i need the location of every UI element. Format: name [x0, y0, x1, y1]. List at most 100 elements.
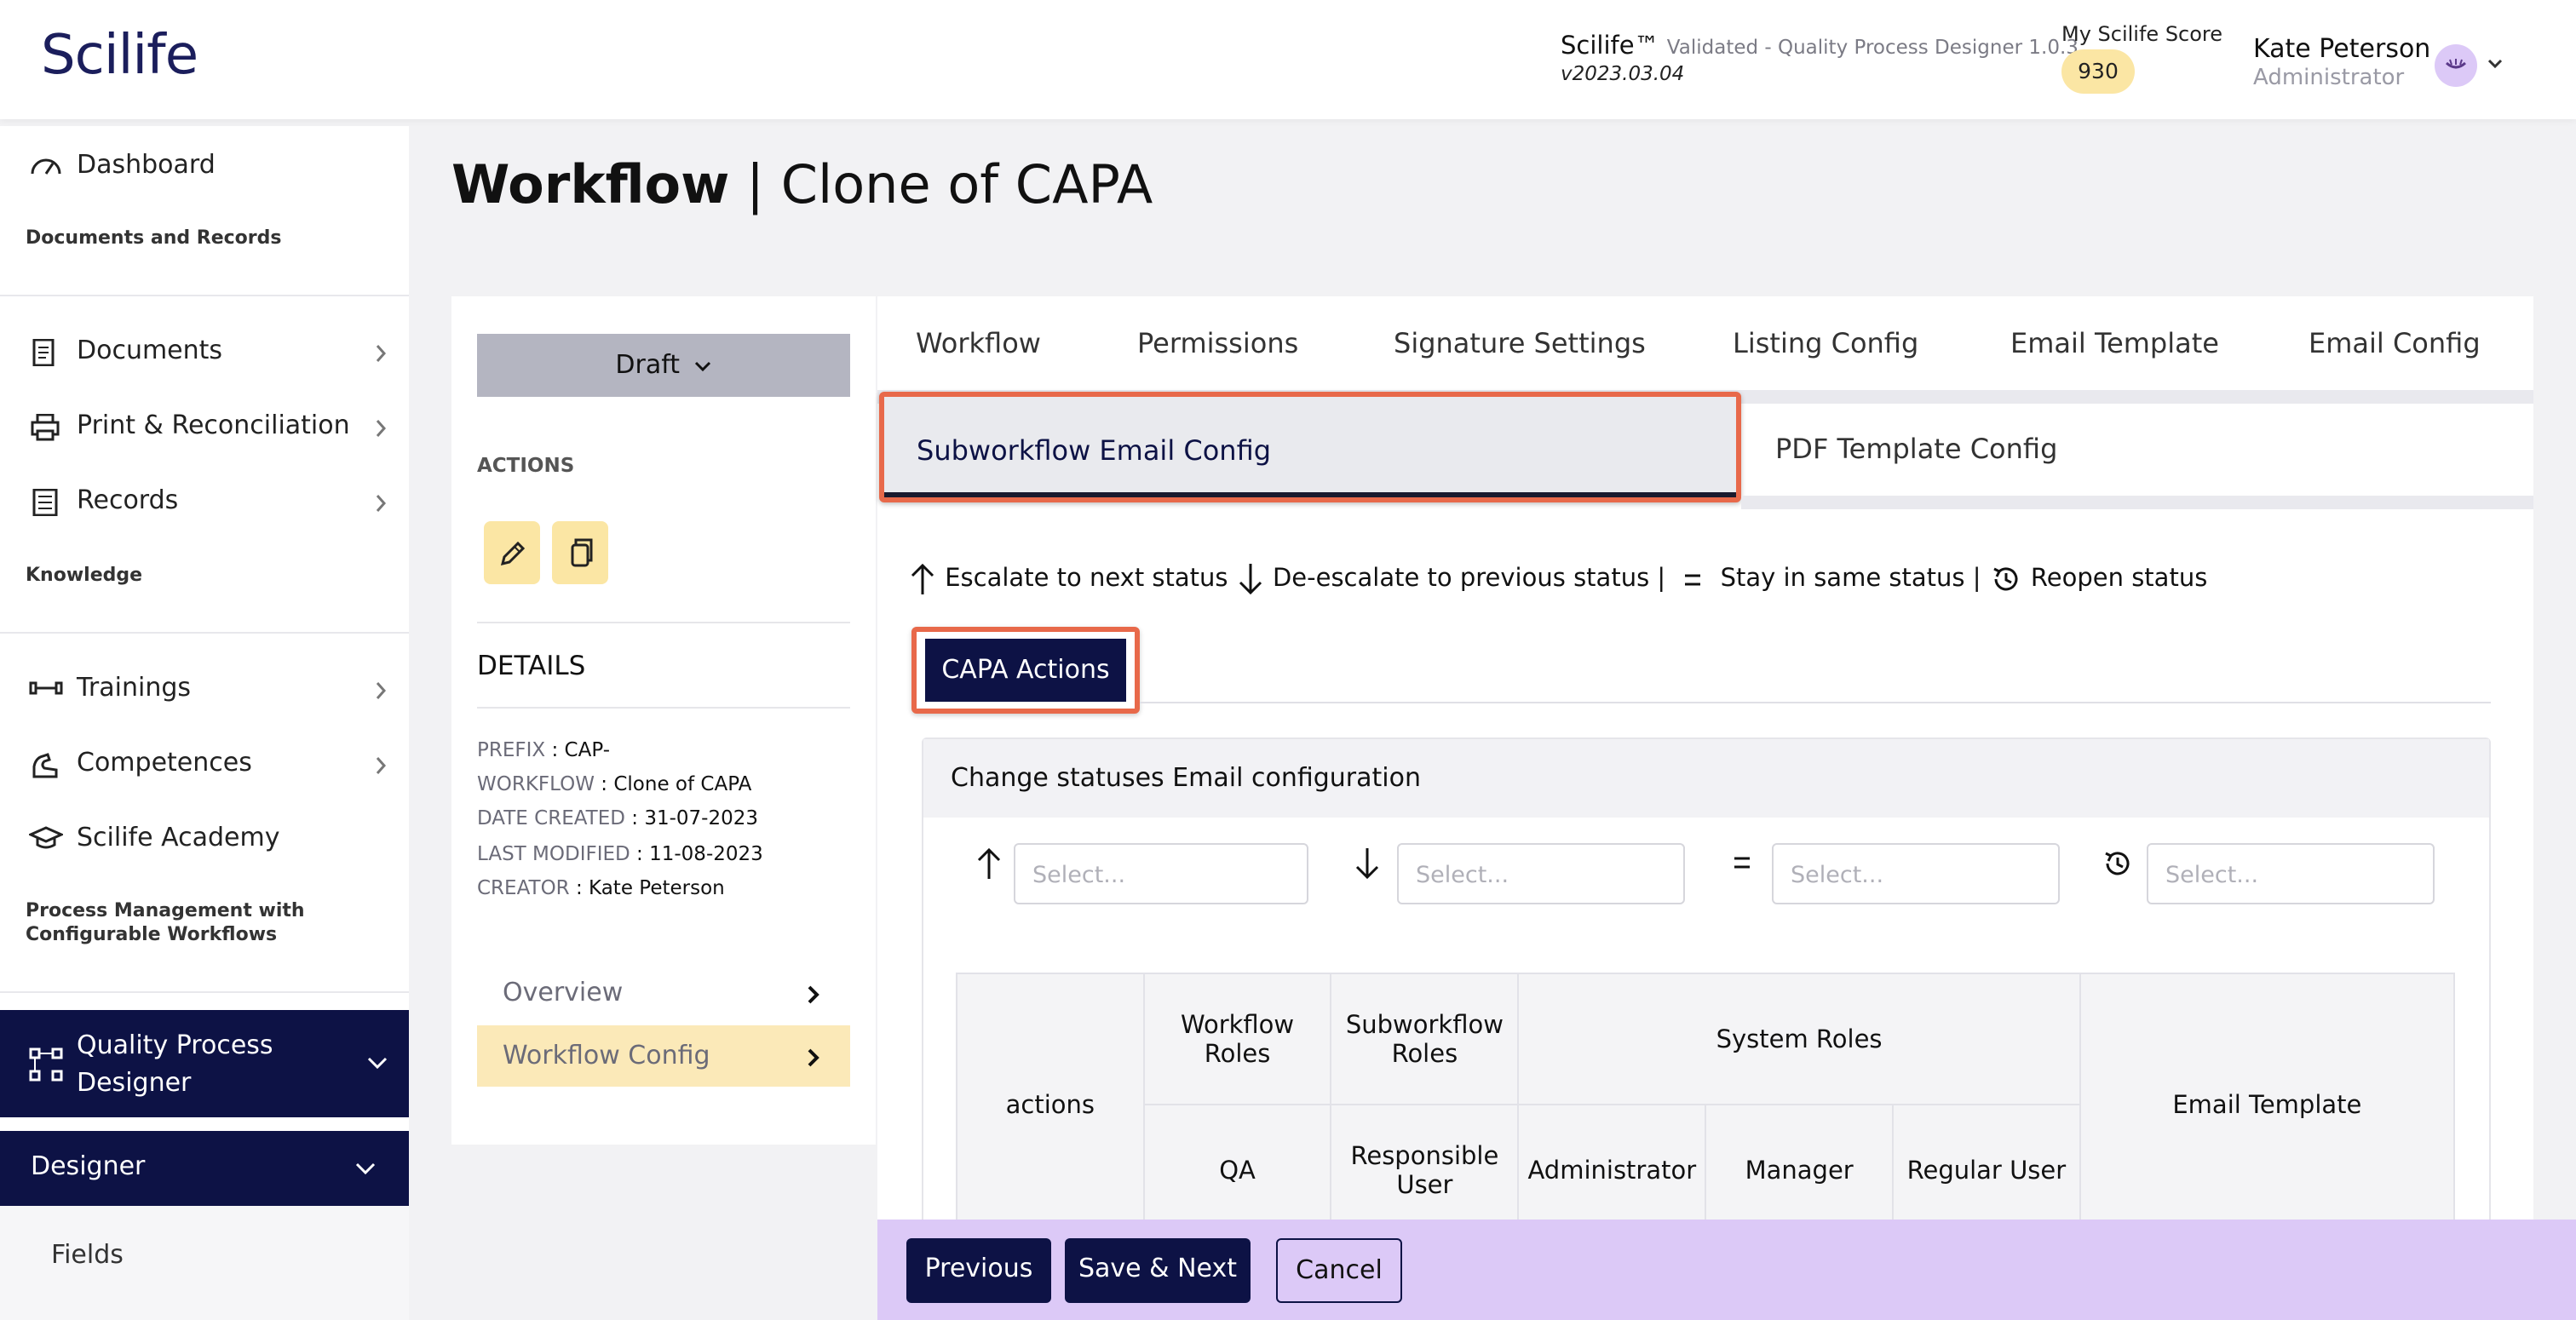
user-menu-chevron-icon[interactable] [2486, 55, 2504, 77]
divider [1140, 702, 2491, 703]
roles-table: actions Workflow Roles Subworkflow Roles… [956, 973, 2456, 1237]
stay-recipient-select[interactable]: Select... [1772, 843, 2060, 904]
detail-creator: CREATOR : Kate Peterson [477, 877, 725, 899]
pencil-icon [500, 541, 526, 566]
score-label: My Scilife Score [2061, 22, 2223, 46]
fields-label: Fields [51, 1240, 124, 1270]
divider [0, 991, 409, 993]
previous-button[interactable]: Previous [906, 1238, 1051, 1303]
sidebar: Dashboard Documents and Records Document… [0, 126, 409, 1320]
workflow-icon [29, 1047, 63, 1085]
tab-workflow[interactable]: Workflow [916, 327, 1041, 359]
divider [477, 707, 850, 709]
workflow-roles-header: Workflow Roles [1142, 973, 1332, 1105]
sidebar-subitem-fields[interactable]: Fields [0, 1206, 409, 1320]
page-title-rest: | Clone of CAPA [729, 153, 1153, 215]
tab-email-template[interactable]: Email Template [2010, 327, 2219, 359]
divider [0, 632, 409, 634]
user-name[interactable]: Kate Peterson [2253, 34, 2430, 64]
sidebar-item-label: Scilife Academy [77, 822, 280, 852]
arm-icon [29, 751, 63, 778]
scilife-logo[interactable]: Scilife [41, 24, 198, 87]
sidebar-item-competences[interactable]: Competences [0, 732, 409, 792]
detail-value: Kate Peterson [589, 877, 725, 899]
role-regular-user: Regular User [1892, 1104, 2081, 1237]
dumbbell-icon [29, 676, 63, 700]
role-qa: QA [1142, 1104, 1332, 1237]
escalate-recipient-select[interactable]: Select... [1014, 843, 1308, 904]
capa-actions-tab[interactable]: CAPA Actions [911, 627, 1140, 714]
section-process-management: Process Management with Configurable Wor… [26, 899, 305, 947]
cancel-button[interactable]: Cancel [1276, 1238, 1402, 1303]
document-icon [29, 338, 63, 367]
sidebar-item-documents[interactable]: Documents [0, 320, 409, 380]
user-role: Administrator [2253, 65, 2405, 90]
section-process-line-2: Configurable Workflows [26, 924, 278, 945]
sidebar-item-label: Documents [77, 335, 223, 365]
capa-actions-label: CAPA Actions [925, 639, 1126, 702]
sidebar-item-label: Trainings [77, 672, 192, 703]
app-version: v2023.03.04 [1561, 63, 1685, 85]
actions-header: actions [956, 973, 1145, 1237]
score-badge[interactable]: 930 [2061, 49, 2135, 94]
deescalate-recipient-select[interactable]: Select... [1397, 843, 1685, 904]
sidebar-item-quality-process-designer[interactable]: Quality Process Designer [0, 1010, 409, 1117]
detail-key: LAST MODIFIED [477, 843, 630, 865]
equals-icon [1685, 574, 1701, 586]
app-name: Scilife™ Validated - Quality Process Des… [1561, 31, 2079, 60]
status-dropdown[interactable]: Draft [477, 334, 850, 397]
nav-overview[interactable]: Overview [477, 962, 850, 1024]
section-knowledge: Knowledge [26, 565, 143, 586]
detail-last-modified: LAST MODIFIED : 11-08-2023 [477, 843, 763, 865]
detail-key: CREATOR [477, 877, 570, 899]
clone-button[interactable] [552, 521, 608, 584]
detail-key: WORKFLOW [477, 773, 595, 795]
app-name-text: Scilife™ [1561, 31, 1659, 60]
qpd-label-line-2: Designer [77, 1068, 192, 1098]
sidebar-item-label: Records [77, 485, 179, 515]
tab-pdf-template-config[interactable]: PDF Template Config [1775, 433, 2057, 465]
app-subtitle: Validated - Quality Process Designer 1.0… [1666, 37, 2079, 59]
reopen-recipient-select[interactable]: Select... [2147, 843, 2435, 904]
sidebar-item-records[interactable]: Records [0, 470, 409, 530]
subworkflow-roles-header: Subworkflow Roles [1330, 973, 1520, 1105]
divider [0, 295, 409, 296]
sidebar-item-label: Competences [77, 747, 252, 778]
tab-subworkflow-email-config[interactable]: Subworkflow Email Config [879, 392, 1741, 502]
tab-email-config[interactable]: Email Config [2309, 327, 2481, 359]
sidebar-item-print-reconciliation[interactable]: Print & Reconciliation [0, 395, 409, 455]
sidebar-item-label: Print & Reconciliation [77, 410, 350, 440]
nav-workflow-config[interactable]: Workflow Config [477, 1025, 850, 1087]
avatar-face-icon [2445, 59, 2467, 69]
save-next-button[interactable]: Save & Next [1065, 1238, 1251, 1303]
sidebar-item-designer[interactable]: Designer [0, 1131, 409, 1206]
avatar[interactable] [2435, 44, 2477, 87]
chevron-right-icon [373, 753, 388, 783]
arrow-up-icon [911, 563, 934, 594]
designer-label: Designer [31, 1151, 146, 1181]
gauge-icon [29, 153, 63, 177]
chevron-right-icon [373, 416, 388, 445]
chevron-right-icon [373, 491, 388, 520]
sidebar-item-trainings[interactable]: Trainings [0, 657, 409, 717]
sidebar-item-dashboard[interactable]: Dashboard [0, 135, 409, 194]
role-manager: Manager [1705, 1104, 1895, 1237]
arrow-down-icon [1353, 847, 1382, 884]
sidebar-item-scilife-academy[interactable]: Scilife Academy [0, 807, 409, 867]
detail-value: CAP- [564, 739, 610, 761]
chevron-right-icon [373, 341, 388, 370]
detail-prefix: PREFIX : CAP- [477, 739, 610, 761]
legend-escalate: Escalate to next status [945, 563, 1228, 592]
reopen-history-icon [1993, 567, 2018, 591]
arrow-down-icon [1239, 564, 1262, 595]
tab-permissions[interactable]: Permissions [1137, 327, 1298, 359]
detail-value: Clone of CAPA [613, 773, 752, 795]
legend-stay: Stay in same status | [1720, 563, 1981, 592]
chevron-down-icon [354, 1160, 377, 1180]
config-tabs [877, 296, 2533, 390]
tab-listing-config[interactable]: Listing Config [1733, 327, 1918, 359]
section-process-line-1: Process Management with [26, 900, 305, 921]
email-template-header: Email Template [2079, 973, 2456, 1237]
edit-button[interactable] [484, 521, 540, 584]
tab-signature-settings[interactable]: Signature Settings [1394, 327, 1646, 359]
